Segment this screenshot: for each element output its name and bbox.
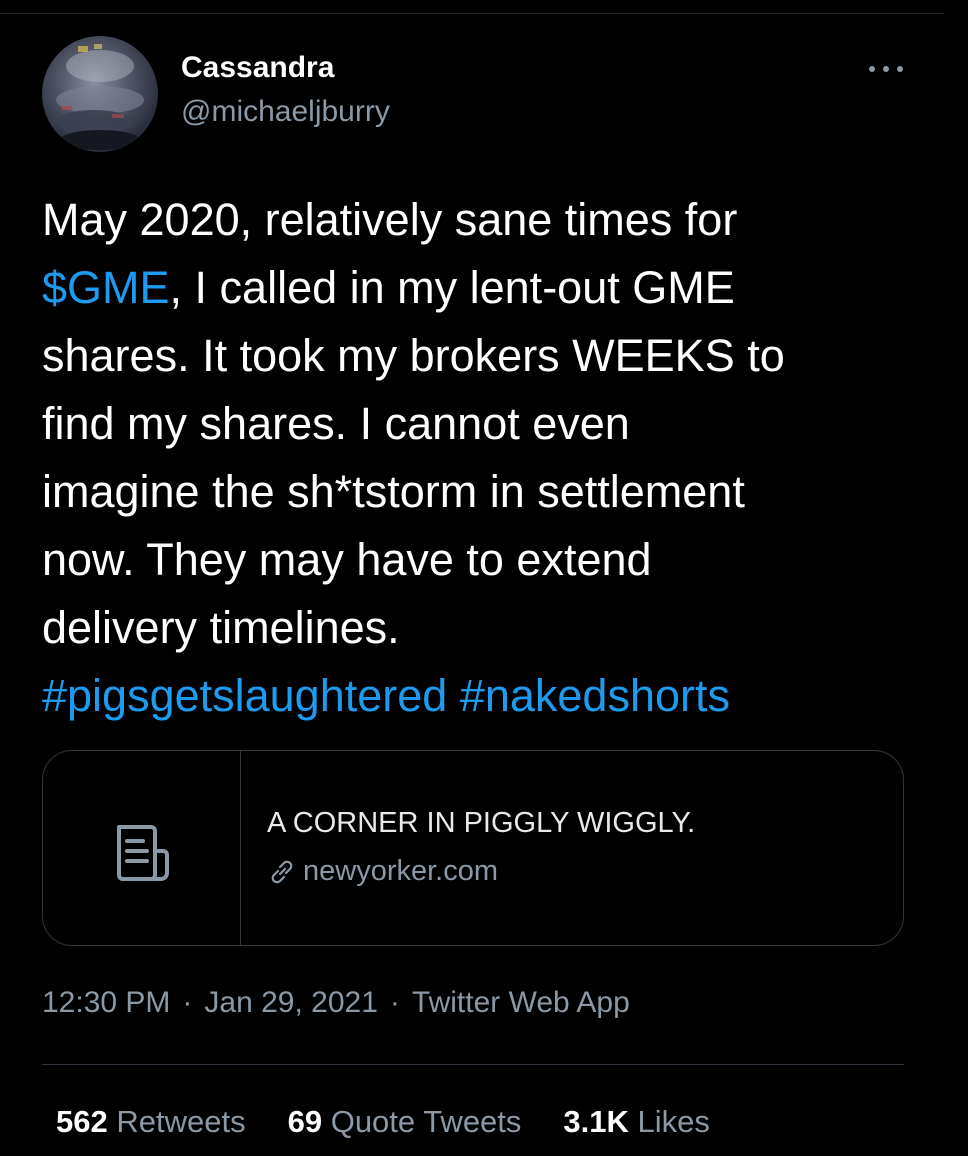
tweet-text-line: May 2020, relatively sane times for	[42, 186, 922, 254]
retweets-stat[interactable]: 562 Retweets	[56, 1104, 246, 1140]
link-icon	[271, 860, 293, 883]
meta-separator: ·	[182, 986, 193, 1019]
likes-label: Likes	[637, 1104, 710, 1139]
card-title[interactable]: A CORNER IN PIGGLY WIGGLY.	[267, 807, 695, 840]
avatar[interactable]	[42, 36, 158, 152]
stats-divider	[42, 1064, 904, 1065]
retweets-label: Retweets	[116, 1104, 246, 1139]
tweet-text-segment: imagine the sh*tstorm in settlement	[42, 466, 745, 517]
tweet-text-segment: now. They may have to extend	[42, 534, 652, 585]
tweet-text-line: $GME, I called in my lent-out GME	[42, 254, 922, 322]
tweet-text-line: shares. It took my brokers WEEKS to	[42, 322, 922, 390]
tweet-text-segment: , I called in my lent-out GME	[169, 262, 735, 313]
likes-count: 3.1K	[563, 1104, 629, 1139]
meta-separator: ·	[389, 986, 400, 1019]
engagement-stats: 562 Retweets 69 Quote Tweets 3.1K Likes	[56, 1104, 752, 1140]
tweet-text: May 2020, relatively sane times for $GME,…	[42, 186, 922, 730]
tweet-text-segment: May 2020, relatively sane times for	[42, 194, 738, 245]
document-icon	[117, 825, 169, 881]
card-thumbnail	[43, 751, 241, 945]
tweet-text-segment	[447, 670, 460, 721]
quote-tweets-count: 69	[287, 1104, 323, 1139]
tweet-time[interactable]: 12:30 PM	[42, 986, 170, 1019]
tweet-text-segment: shares. It took my brokers WEEKS to	[42, 330, 785, 381]
author-handle[interactable]: @michaeljburry	[181, 95, 390, 129]
hashtag-link[interactable]: #pigsgetslaughtered	[42, 670, 447, 721]
tweet-date[interactable]: Jan 29, 2021	[204, 986, 377, 1019]
card-domain-row[interactable]: newyorker.com	[267, 855, 498, 891]
cashtag-link[interactable]: $GME	[42, 262, 170, 313]
tweet-text-line: find my shares. I cannot even	[42, 390, 922, 458]
tweet-metadata: 12:30 PM · Jan 29, 2021 · Twitter Web App	[42, 986, 630, 1020]
tweet-text-segment: delivery timelines.	[42, 602, 400, 653]
tweet-text-line: #pigsgetslaughtered #nakedshorts	[42, 662, 922, 730]
card-domain: newyorker.com	[303, 855, 499, 887]
quote-tweets-stat[interactable]: 69 Quote Tweets	[288, 1104, 522, 1140]
likes-stat[interactable]: 3.1K Likes	[563, 1104, 709, 1140]
more-options-icon[interactable]	[866, 58, 906, 78]
top-divider	[0, 13, 944, 14]
hashtag-link[interactable]: #nakedshorts	[460, 670, 730, 721]
retweets-count: 562	[56, 1104, 108, 1139]
link-card[interactable]: A CORNER IN PIGGLY WIGGLY. newyorker.com	[42, 750, 904, 946]
tweet-text-line: delivery timelines.	[42, 594, 922, 662]
quote-tweets-label: Quote Tweets	[330, 1104, 522, 1139]
tweet-text-line: imagine the sh*tstorm in settlement	[42, 458, 922, 526]
tweet-text-segment: find my shares. I cannot even	[42, 398, 630, 449]
author-display-name[interactable]: Cassandra	[181, 51, 334, 85]
tweet-source[interactable]: Twitter Web App	[412, 986, 630, 1019]
avatar-image	[56, 44, 144, 150]
tweet-text-line: now. They may have to extend	[42, 526, 922, 594]
